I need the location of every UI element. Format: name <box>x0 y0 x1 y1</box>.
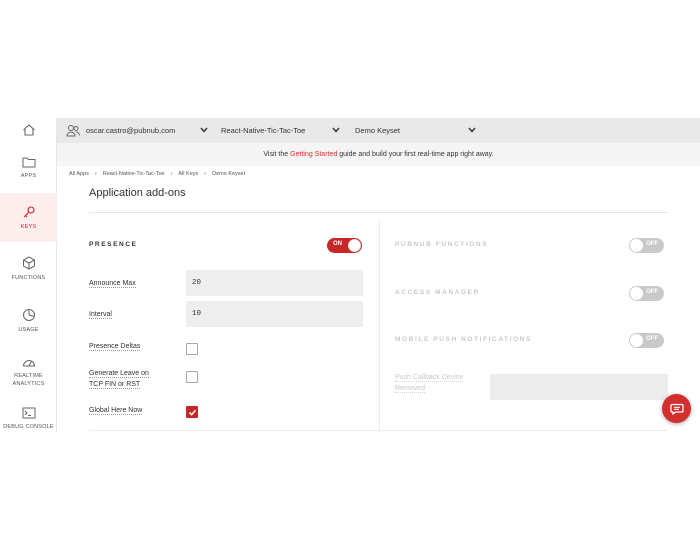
breadcrumb-keyset: Demo Keyset <box>212 171 246 177</box>
home-button[interactable] <box>0 123 57 143</box>
push-callback-label-line1: Push Callback Device <box>395 374 464 382</box>
terminal-icon <box>22 407 35 419</box>
chevron-down-icon[interactable] <box>332 127 340 133</box>
mobile-push-toggle[interactable]: OFF <box>629 333 664 348</box>
breadcrumb-all-keys[interactable]: All Keys <box>178 171 198 177</box>
keyset-name: Demo Keyset <box>355 126 401 135</box>
info-text-before: Visit the <box>263 151 289 158</box>
pubnub-functions-toggle[interactable]: OFF <box>629 238 664 253</box>
app-selector[interactable]: React-Native-Tic-Tac-Toe <box>221 118 305 143</box>
chat-icon <box>669 403 684 415</box>
generate-leave-label-line1: Generate Leave on <box>89 370 149 378</box>
push-callback-input[interactable] <box>490 374 668 400</box>
sidebar-item-apps[interactable]: APPS <box>0 156 57 186</box>
column-divider <box>379 220 380 432</box>
checkmark-icon <box>188 409 197 416</box>
getting-started-link[interactable]: Getting Started <box>290 151 337 158</box>
chat-button[interactable] <box>662 394 691 423</box>
interval-input[interactable]: 10 <box>186 301 363 327</box>
app-name: React-Native-Tic-Tac-Toe <box>221 126 306 135</box>
home-icon <box>22 124 35 136</box>
toggle-state: ON <box>333 241 342 247</box>
breadcrumb: All Apps › React-Native-Tic-Tac-Toe › Al… <box>69 171 245 177</box>
presence-toggle[interactable]: ON <box>327 238 362 253</box>
sidebar-item-label: ANALYTICS <box>12 381 45 387</box>
sidebar-item-label: USAGE <box>18 327 39 333</box>
presence-deltas-checkbox[interactable] <box>186 343 198 355</box>
breadcrumb-separator: › <box>204 171 207 177</box>
cube-icon <box>22 256 35 270</box>
folder-icon <box>22 157 35 168</box>
sidebar-item-debug-console[interactable]: DEBUG CONSOLE <box>0 407 57 432</box>
account-selector[interactable]: oscar.castro@pubnub.com <box>86 118 175 143</box>
keyset-selector[interactable]: Demo Keyset <box>355 118 400 143</box>
toggle-knob <box>630 334 643 347</box>
sidebar-item-label: KEYS <box>20 224 37 230</box>
chevron-down-icon[interactable] <box>468 127 476 133</box>
mobile-push-title: MOBILE PUSH NOTIFICATIONS <box>395 336 533 343</box>
sidebar-item-keys[interactable]: KEYS <box>0 193 57 242</box>
sidebar-item-label: FUNCTIONS <box>11 275 46 281</box>
pie-chart-icon <box>22 309 35 321</box>
pubnub-functions-title: PUBNUB FUNCTIONS <box>395 241 489 248</box>
app-window: APPS KEYS FUNCTIONS USAGE REALTIME ANALY… <box>0 118 700 432</box>
generate-leave-label-line2: TCP FIN or RST <box>89 381 141 389</box>
breadcrumb-separator: › <box>94 171 97 177</box>
access-manager-title: ACCESS MANAGER <box>395 289 480 296</box>
account-icon <box>66 125 80 137</box>
toggle-state: OFF <box>646 336 658 342</box>
sidebar-item-usage[interactable]: USAGE <box>0 308 57 338</box>
topbar: oscar.castro@pubnub.com React-Native-Tic… <box>57 118 700 143</box>
announce-max-label-text: Announce Max <box>89 280 136 288</box>
announce-max-input[interactable]: 20 <box>186 270 363 296</box>
info-banner: Visit the Getting Started guide and buil… <box>57 143 700 166</box>
toggle-knob <box>630 239 643 252</box>
push-callback-label-line2: Removed <box>395 385 425 393</box>
presence-title: PRESENCE <box>89 241 138 248</box>
breadcrumb-app[interactable]: React-Native-Tic-Tac-Toe <box>103 171 165 177</box>
breadcrumb-separator: › <box>170 171 173 177</box>
sidebar-item-label: REALTIME <box>14 373 43 379</box>
announce-max-value: 20 <box>192 279 202 287</box>
generate-leave-checkbox[interactable] <box>186 371 198 383</box>
interval-value: 10 <box>192 310 202 318</box>
global-here-now-label: Global Here Now <box>89 406 143 416</box>
interval-label: Interval <box>89 310 112 320</box>
toggle-knob <box>348 239 361 252</box>
presence-deltas-label-text: Presence Deltas <box>89 343 141 351</box>
breadcrumb-all-apps[interactable]: All Apps <box>69 171 89 177</box>
toggle-knob <box>630 287 643 300</box>
toggle-state: OFF <box>646 289 658 295</box>
sidebar: APPS KEYS FUNCTIONS USAGE REALTIME ANALY… <box>0 118 57 432</box>
sidebar-item-realtime-analytics[interactable]: REALTIME ANALYTICS <box>0 356 57 392</box>
presence-deltas-label: Presence Deltas <box>89 342 141 352</box>
announce-max-label: Announce Max <box>89 279 136 289</box>
access-manager-toggle[interactable]: OFF <box>629 286 664 301</box>
toggle-state: OFF <box>646 241 658 247</box>
global-here-now-checkbox[interactable] <box>186 406 198 418</box>
page-title: Application add-ons <box>89 187 186 199</box>
interval-label-text: Interval <box>89 311 112 319</box>
global-here-now-label-text: Global Here Now <box>89 407 143 415</box>
sidebar-item-label: APPS <box>20 173 37 179</box>
push-callback-label: Push Callback Device Removed <box>395 373 464 394</box>
info-text-after: guide and build your first real-time app… <box>339 151 494 158</box>
sidebar-item-label: DEBUG CONSOLE <box>3 424 54 430</box>
generate-leave-label: Generate Leave on TCP FIN or RST <box>89 369 149 390</box>
account-email: oscar.castro@pubnub.com <box>86 126 176 135</box>
key-icon <box>23 206 35 218</box>
chevron-down-icon[interactable] <box>200 127 208 133</box>
divider <box>89 212 667 213</box>
gauge-icon <box>22 360 35 367</box>
divider <box>89 430 667 431</box>
sidebar-item-functions[interactable]: FUNCTIONS <box>0 256 57 286</box>
